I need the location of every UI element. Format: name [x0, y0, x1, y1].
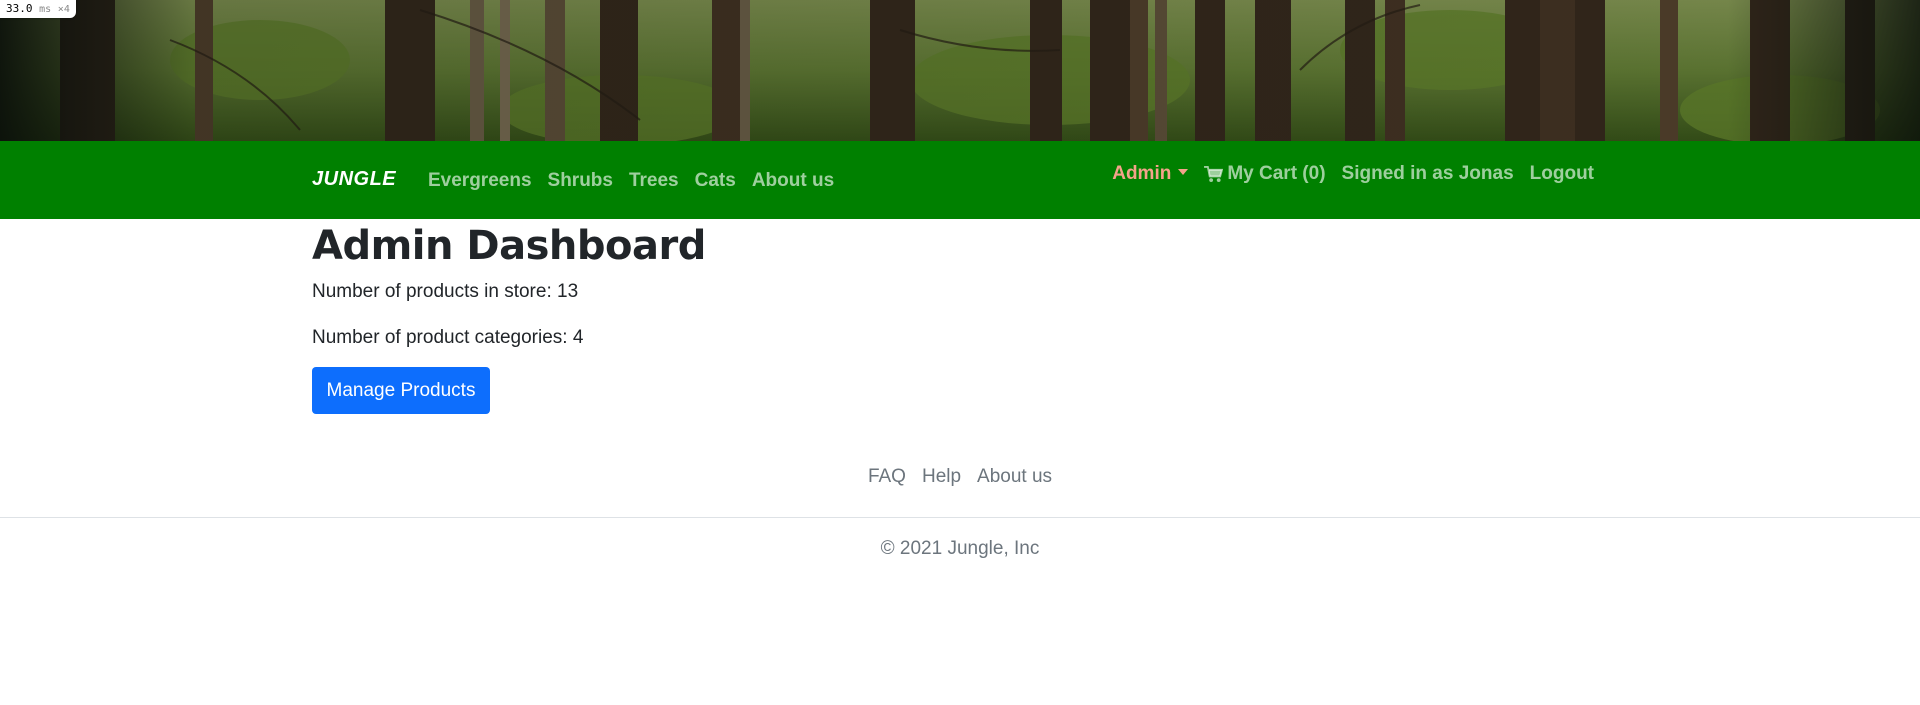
logout-link[interactable]: Logout: [1522, 163, 1602, 185]
footer-link-about-us[interactable]: About us: [977, 466, 1052, 488]
nav-link-shrubs[interactable]: Shrubs: [540, 170, 621, 192]
admin-dropdown-toggle[interactable]: Admin: [1104, 163, 1196, 185]
nav-link-about-us[interactable]: About us: [744, 170, 842, 192]
shopping-cart-icon: [1204, 165, 1224, 182]
signed-in-user-link[interactable]: Signed in as Jonas: [1334, 163, 1522, 185]
hero-banner-image: [0, 0, 1920, 141]
caret-down-icon: [1178, 169, 1189, 175]
brand-logo[interactable]: JUNGLE: [312, 168, 396, 191]
user-nav: Admin My Cart (0) Signed in as Jonas Log…: [1104, 163, 1602, 185]
footer-link-faq[interactable]: FAQ: [868, 466, 906, 488]
admin-label: Admin: [1112, 163, 1172, 184]
performance-badge: 33.0 ms ×4: [0, 0, 76, 18]
perf-unit: ms: [39, 4, 52, 15]
categories-count-text: Number of product categories: 4: [312, 327, 584, 348]
nav-link-evergreens[interactable]: Evergreens: [420, 170, 540, 192]
perf-multiplier: ×4: [57, 4, 70, 15]
nav-link-cats[interactable]: Cats: [687, 170, 744, 192]
cart-label: My Cart (0): [1227, 163, 1326, 184]
perf-value: 33.0: [6, 2, 33, 15]
products-count-text: Number of products in store: 13: [312, 281, 579, 302]
my-cart-link[interactable]: My Cart (0): [1196, 163, 1333, 185]
top-navbar: JUNGLE Evergreens Shrubs Trees Cats Abou…: [0, 141, 1920, 219]
category-nav: Evergreens Shrubs Trees Cats About us: [420, 170, 842, 192]
admin-dashboard-main: Admin Dashboard Number of products in st…: [312, 219, 1602, 414]
copyright-text: © 2021 Jungle, Inc: [880, 538, 1040, 559]
nav-link-trees[interactable]: Trees: [621, 170, 687, 192]
footer-links: FAQ Help About us: [0, 466, 1920, 488]
footer-link-help[interactable]: Help: [922, 466, 961, 488]
footer-divider: [0, 517, 1920, 518]
manage-products-button[interactable]: Manage Products: [312, 367, 490, 414]
page-title: Admin Dashboard: [312, 223, 706, 269]
